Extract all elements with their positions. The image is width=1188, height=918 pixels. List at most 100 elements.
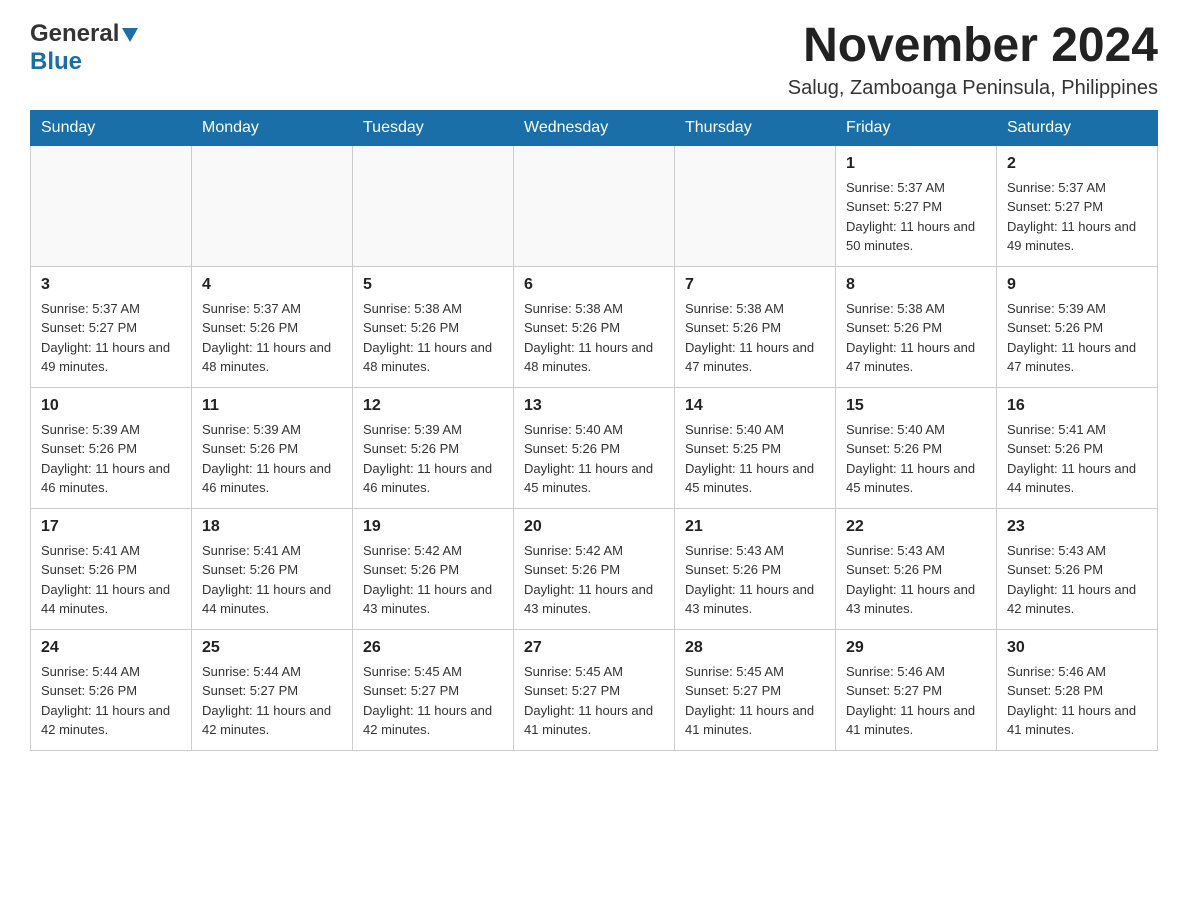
day-number: 25 [202,636,342,660]
sunset-text: Sunset: 5:26 PM [363,439,503,459]
sunset-text: Sunset: 5:26 PM [202,318,342,338]
sunset-text: Sunset: 5:27 PM [524,681,664,701]
daylight-text: Daylight: 11 hours and 48 minutes. [202,338,342,377]
day-number: 14 [685,394,825,418]
week-row-3: 10Sunrise: 5:39 AMSunset: 5:26 PMDayligh… [31,387,1158,508]
daylight-text: Daylight: 11 hours and 47 minutes. [1007,338,1147,377]
calendar-cell: 24Sunrise: 5:44 AMSunset: 5:26 PMDayligh… [31,629,192,750]
header-thursday: Thursday [675,110,836,145]
sunrise-text: Sunrise: 5:40 AM [846,420,986,440]
sunrise-text: Sunrise: 5:41 AM [41,541,181,561]
daylight-text: Daylight: 11 hours and 41 minutes. [1007,701,1147,740]
sunrise-text: Sunrise: 5:44 AM [41,662,181,682]
sunrise-text: Sunrise: 5:41 AM [1007,420,1147,440]
calendar-cell: 3Sunrise: 5:37 AMSunset: 5:27 PMDaylight… [31,266,192,387]
header-row: SundayMondayTuesdayWednesdayThursdayFrid… [31,110,1158,145]
logo-triangle-icon [122,28,138,42]
calendar-cell: 14Sunrise: 5:40 AMSunset: 5:25 PMDayligh… [675,387,836,508]
sunrise-text: Sunrise: 5:43 AM [1007,541,1147,561]
daylight-text: Daylight: 11 hours and 46 minutes. [363,459,503,498]
day-number: 4 [202,273,342,297]
sunrise-text: Sunrise: 5:39 AM [1007,299,1147,319]
daylight-text: Daylight: 11 hours and 43 minutes. [846,580,986,619]
daylight-text: Daylight: 11 hours and 50 minutes. [846,217,986,256]
calendar-cell: 10Sunrise: 5:39 AMSunset: 5:26 PMDayligh… [31,387,192,508]
daylight-text: Daylight: 11 hours and 42 minutes. [202,701,342,740]
sunrise-text: Sunrise: 5:40 AM [685,420,825,440]
day-number: 23 [1007,515,1147,539]
calendar-cell: 25Sunrise: 5:44 AMSunset: 5:27 PMDayligh… [192,629,353,750]
daylight-text: Daylight: 11 hours and 42 minutes. [363,701,503,740]
sunrise-text: Sunrise: 5:46 AM [1007,662,1147,682]
calendar-cell [514,145,675,266]
sunset-text: Sunset: 5:26 PM [1007,439,1147,459]
day-number: 5 [363,273,503,297]
day-number: 24 [41,636,181,660]
calendar-cell: 1Sunrise: 5:37 AMSunset: 5:27 PMDaylight… [836,145,997,266]
sunrise-text: Sunrise: 5:38 AM [363,299,503,319]
daylight-text: Daylight: 11 hours and 41 minutes. [524,701,664,740]
sunset-text: Sunset: 5:26 PM [1007,318,1147,338]
calendar-cell: 18Sunrise: 5:41 AMSunset: 5:26 PMDayligh… [192,508,353,629]
calendar-cell: 13Sunrise: 5:40 AMSunset: 5:26 PMDayligh… [514,387,675,508]
calendar-cell: 15Sunrise: 5:40 AMSunset: 5:26 PMDayligh… [836,387,997,508]
day-number: 22 [846,515,986,539]
day-number: 10 [41,394,181,418]
sunrise-text: Sunrise: 5:45 AM [685,662,825,682]
day-number: 9 [1007,273,1147,297]
daylight-text: Daylight: 11 hours and 45 minutes. [685,459,825,498]
daylight-text: Daylight: 11 hours and 44 minutes. [202,580,342,619]
calendar-cell: 6Sunrise: 5:38 AMSunset: 5:26 PMDaylight… [514,266,675,387]
header-wednesday: Wednesday [514,110,675,145]
day-number: 6 [524,273,664,297]
day-number: 13 [524,394,664,418]
calendar-header: SundayMondayTuesdayWednesdayThursdayFrid… [31,110,1158,145]
sunset-text: Sunset: 5:26 PM [1007,560,1147,580]
sunset-text: Sunset: 5:27 PM [363,681,503,701]
daylight-text: Daylight: 11 hours and 41 minutes. [685,701,825,740]
sunrise-text: Sunrise: 5:40 AM [524,420,664,440]
day-number: 19 [363,515,503,539]
header-saturday: Saturday [997,110,1158,145]
calendar-cell [31,145,192,266]
sunrise-text: Sunrise: 5:37 AM [1007,178,1147,198]
day-number: 2 [1007,152,1147,176]
calendar-cell: 20Sunrise: 5:42 AMSunset: 5:26 PMDayligh… [514,508,675,629]
calendar-cell: 9Sunrise: 5:39 AMSunset: 5:26 PMDaylight… [997,266,1158,387]
day-number: 20 [524,515,664,539]
calendar-cell [192,145,353,266]
location-subtitle: Salug, Zamboanga Peninsula, Philippines [788,77,1158,100]
calendar-cell [353,145,514,266]
sunrise-text: Sunrise: 5:38 AM [685,299,825,319]
daylight-text: Daylight: 11 hours and 49 minutes. [1007,217,1147,256]
sunset-text: Sunset: 5:26 PM [363,318,503,338]
daylight-text: Daylight: 11 hours and 43 minutes. [524,580,664,619]
week-row-1: 1Sunrise: 5:37 AMSunset: 5:27 PMDaylight… [31,145,1158,266]
sunset-text: Sunset: 5:26 PM [685,318,825,338]
day-number: 8 [846,273,986,297]
day-number: 17 [41,515,181,539]
sunrise-text: Sunrise: 5:46 AM [846,662,986,682]
sunrise-text: Sunrise: 5:37 AM [202,299,342,319]
sunrise-text: Sunrise: 5:37 AM [41,299,181,319]
sunset-text: Sunset: 5:27 PM [846,197,986,217]
sunrise-text: Sunrise: 5:38 AM [524,299,664,319]
daylight-text: Daylight: 11 hours and 42 minutes. [41,701,181,740]
header-friday: Friday [836,110,997,145]
day-number: 11 [202,394,342,418]
header-monday: Monday [192,110,353,145]
day-number: 21 [685,515,825,539]
calendar-cell: 17Sunrise: 5:41 AMSunset: 5:26 PMDayligh… [31,508,192,629]
daylight-text: Daylight: 11 hours and 48 minutes. [524,338,664,377]
calendar-table: SundayMondayTuesdayWednesdayThursdayFrid… [30,110,1158,751]
sunset-text: Sunset: 5:27 PM [846,681,986,701]
day-number: 28 [685,636,825,660]
daylight-text: Daylight: 11 hours and 42 minutes. [1007,580,1147,619]
daylight-text: Daylight: 11 hours and 43 minutes. [685,580,825,619]
calendar-cell: 11Sunrise: 5:39 AMSunset: 5:26 PMDayligh… [192,387,353,508]
daylight-text: Daylight: 11 hours and 41 minutes. [846,701,986,740]
daylight-text: Daylight: 11 hours and 45 minutes. [524,459,664,498]
page-header: General Blue November 2024 Salug, Zamboa… [30,20,1158,100]
calendar-cell: 8Sunrise: 5:38 AMSunset: 5:26 PMDaylight… [836,266,997,387]
sunrise-text: Sunrise: 5:45 AM [363,662,503,682]
